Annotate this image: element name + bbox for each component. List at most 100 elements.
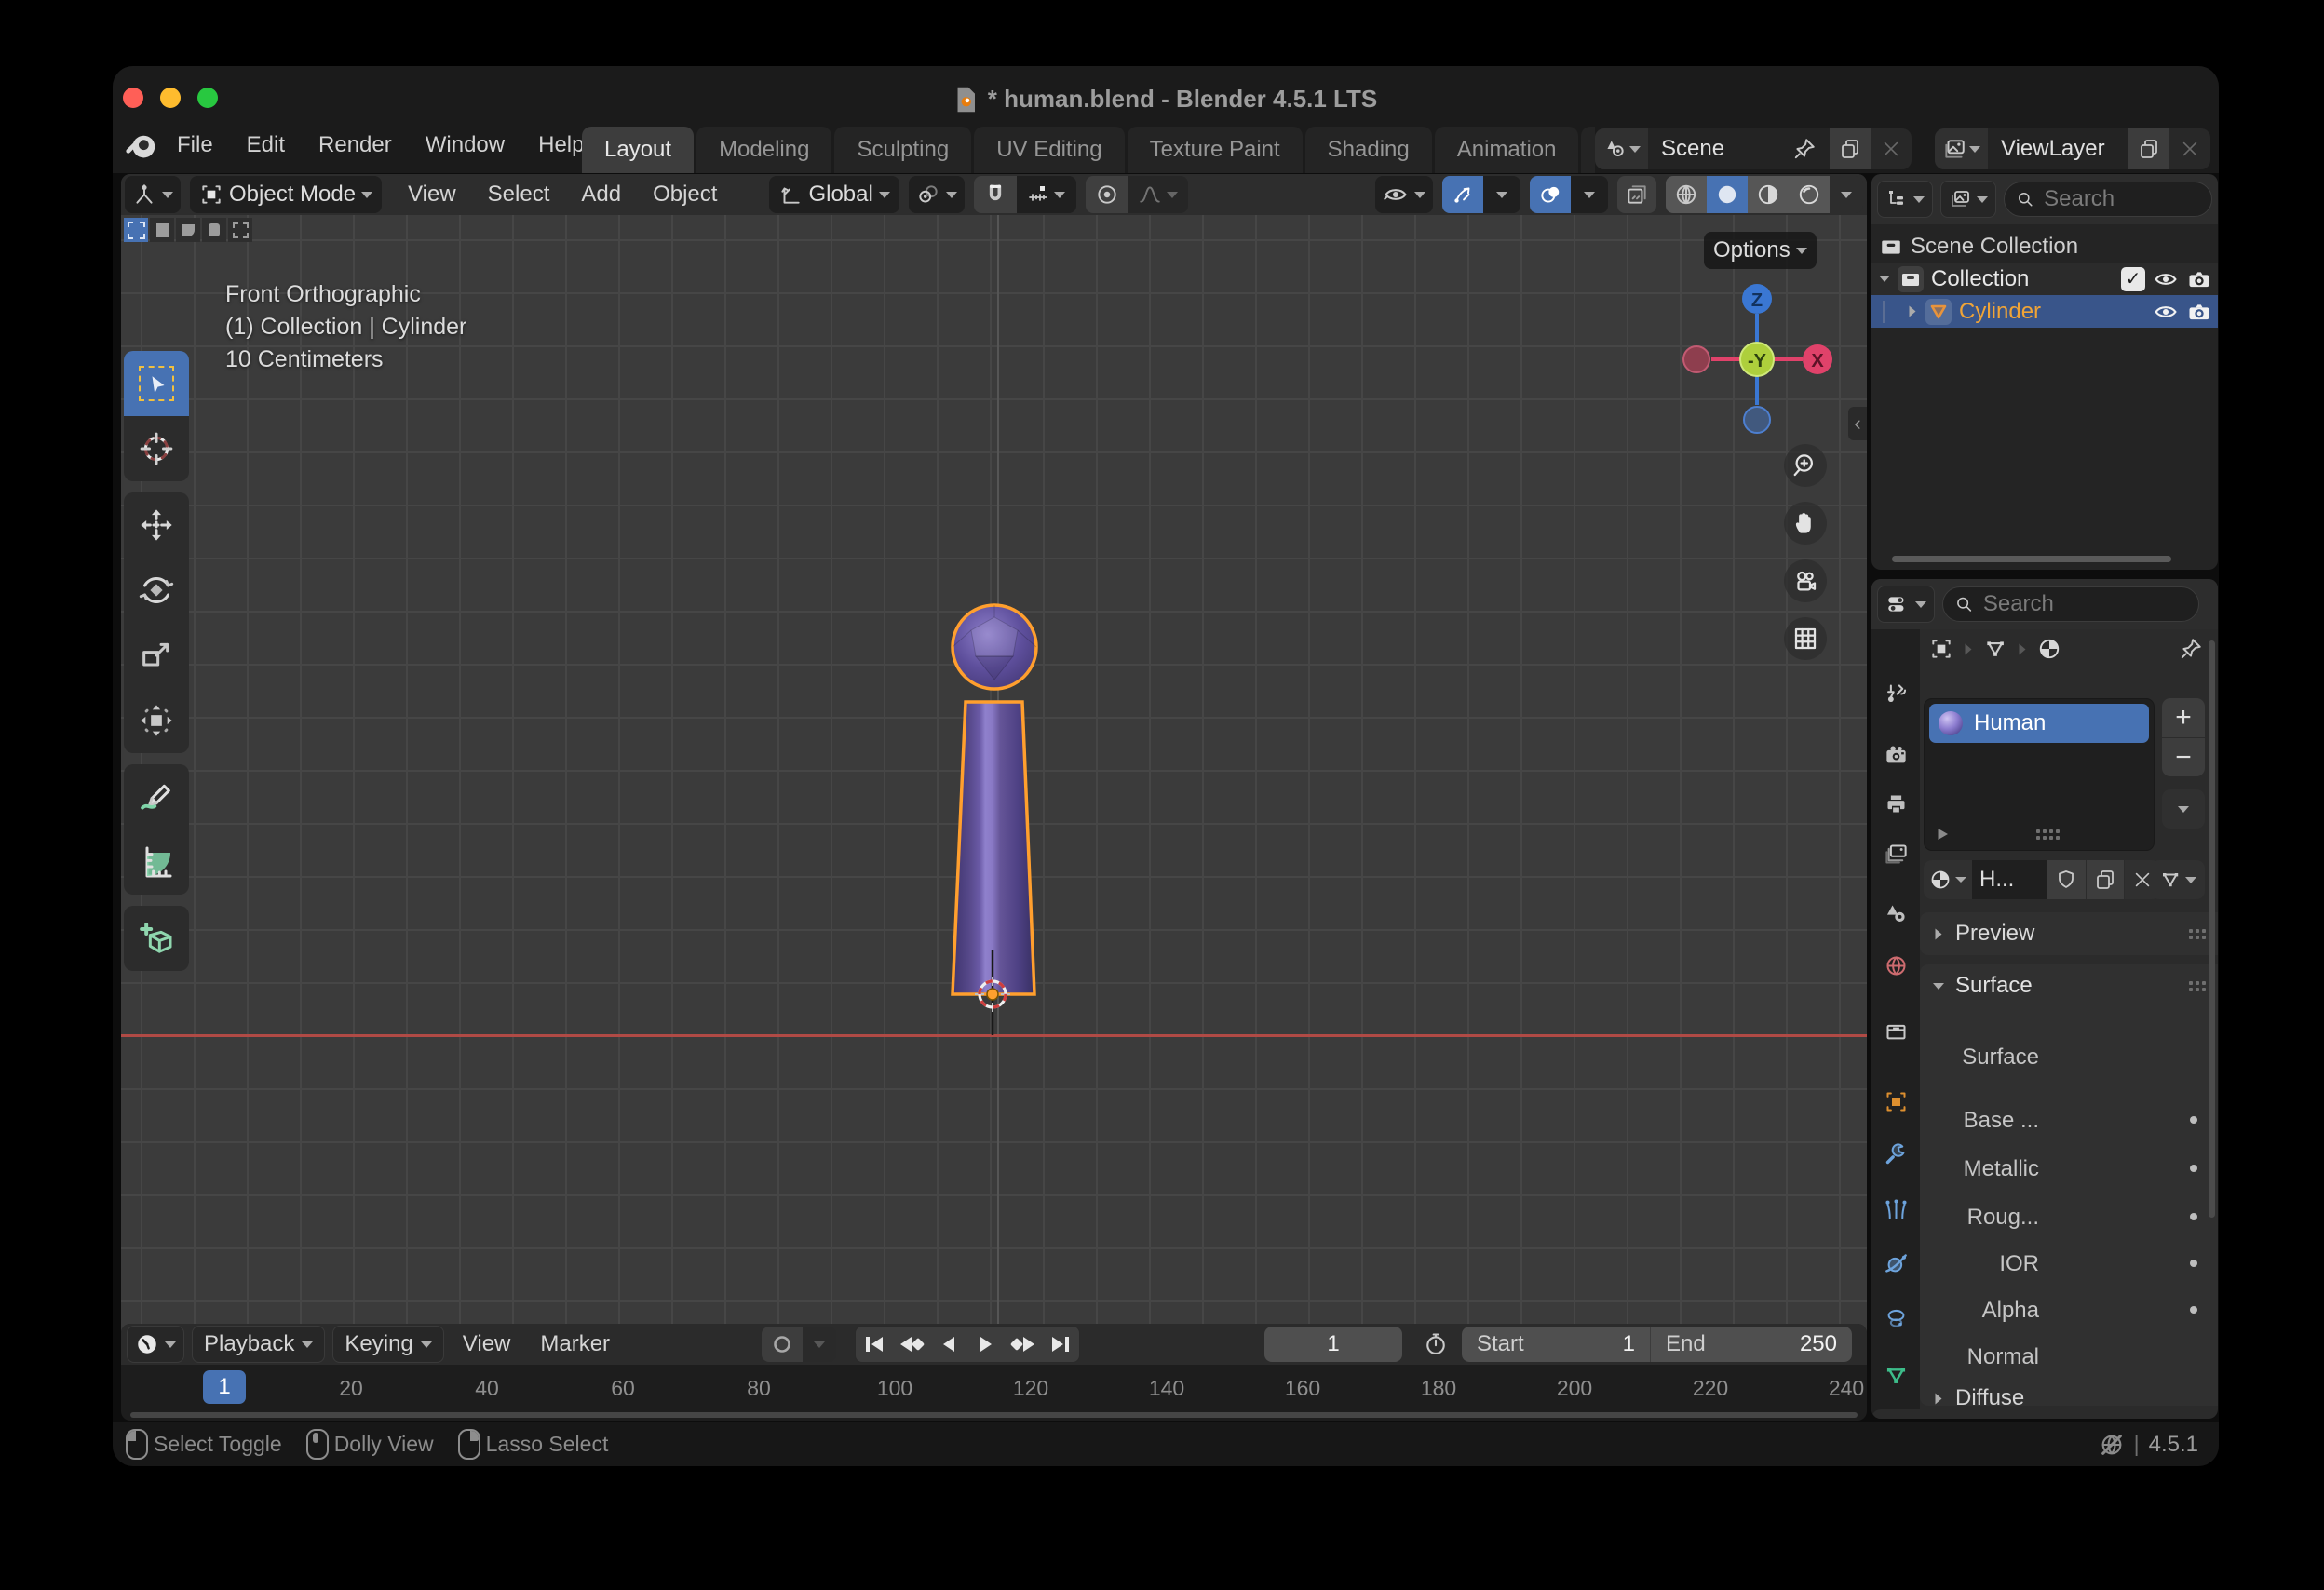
link-material-to-dropdown[interactable] [2151,860,2205,899]
tool-rotate[interactable] [124,558,189,623]
new-material-button[interactable] [2086,860,2124,899]
hide-eye-icon[interactable] [2153,299,2179,325]
maximize-window-button[interactable] [197,88,218,108]
menu-render[interactable]: Render [303,124,408,167]
expand-play-icon[interactable] [1934,826,1951,842]
end-frame-field[interactable]: End 250 [1650,1327,1852,1362]
select-mode-tweak[interactable] [124,218,148,242]
blender-logo-icon[interactable] [124,128,159,163]
properties-editor-type-button[interactable] [1877,586,1935,623]
tab-output-properties[interactable] [1871,782,1920,825]
remove-slot-button[interactable]: − [2162,738,2205,776]
start-frame-field[interactable]: Start 1 [1462,1327,1650,1362]
menu-window[interactable]: Window [410,124,520,167]
tab-constraint-properties[interactable] [1871,1298,1920,1341]
tab-world-properties[interactable] [1871,944,1920,987]
proportional-falloff-dropdown[interactable] [1128,176,1188,213]
play-reverse-button[interactable] [930,1327,967,1362]
playhead-frame-badge[interactable]: 1 [203,1370,246,1404]
outliner-search-input[interactable] [2042,185,2200,213]
gizmo-z-neg-axis[interactable] [1744,407,1770,433]
browse-material-button[interactable] [1924,860,1972,899]
pivot-point-dropdown[interactable] [909,176,965,213]
menu-select[interactable]: Select [488,182,550,208]
tool-measure[interactable] [124,829,189,895]
preview-panel-header[interactable]: Preview [1920,912,2218,955]
snap-toggle-button[interactable] [974,176,1017,213]
outliner-horizontal-scrollbar[interactable] [1892,556,2171,562]
resize-grip[interactable] [2036,829,2060,840]
tab-uv-editing[interactable]: UV Editing [974,127,1124,173]
diffuse-panel-header[interactable]: Diffuse [1933,1385,2024,1411]
tool-annotate[interactable] [124,764,189,829]
use-preview-range-icon[interactable] [1423,1331,1449,1357]
menu-view[interactable]: View [408,182,456,208]
properties-search[interactable] [1942,586,2199,622]
jump-to-end-button[interactable] [1042,1327,1079,1362]
timeline-menu-keying[interactable]: Keying [332,1326,443,1363]
outliner-row-collection[interactable]: Collection ✓ [1871,263,2218,295]
outliner-row-cylinder[interactable]: Cylinder [1871,295,2218,328]
navigation-gizmo[interactable]: Z X -Y [1667,275,1848,456]
hide-eye-icon[interactable] [2153,266,2179,292]
timeline-menu-marker[interactable]: Marker [529,1327,621,1362]
tab-rendering[interactable]: Rendering [1581,127,1595,173]
cylinder-expand-chevron[interactable] [1910,306,1916,317]
jump-to-start-button[interactable] [856,1327,893,1362]
animate-dot[interactable] [2190,1213,2197,1220]
shading-wireframe-button[interactable] [1666,176,1707,213]
mode-dropdown[interactable]: Object Mode [190,176,382,213]
select-mode-lasso[interactable] [202,218,226,242]
previous-keyframe-button[interactable] [893,1327,930,1362]
tab-viewlayer-properties[interactable] [1871,832,1920,875]
tool-cursor[interactable] [124,416,189,481]
viewlayer-browse-button[interactable] [1935,128,1988,169]
viewlayer-new-button[interactable] [2128,128,2169,169]
viewlayer-name-field[interactable]: ViewLayer [1988,128,2128,169]
timeline-ruler[interactable]: 1 20 40 60 80 100 120 140 160 180 200 22… [121,1365,1867,1411]
animate-dot[interactable] [2190,1165,2197,1172]
tab-modeling[interactable]: Modeling [696,127,831,173]
breadcrumb-object-icon[interactable] [1929,637,1953,661]
scene-unlink-button[interactable] [1871,128,1912,169]
editor-type-button[interactable] [125,176,181,213]
tab-particle-properties[interactable] [1871,1188,1920,1231]
next-keyframe-button[interactable] [1005,1327,1042,1362]
pin-id-icon[interactable] [2179,637,2203,661]
collection-expand-chevron[interactable] [1879,276,1890,282]
snap-with-dropdown[interactable] [1017,176,1076,213]
shading-solid-button[interactable] [1707,176,1748,213]
animate-dot[interactable] [2190,1260,2197,1267]
breadcrumb-mesh-icon[interactable] [1983,637,2007,661]
fake-user-button[interactable] [2047,860,2086,899]
select-mode-paint[interactable] [228,218,252,242]
shading-material-button[interactable] [1748,176,1789,213]
material-slot-human[interactable]: Human [1929,704,2149,743]
collection-exclude-checkbox[interactable]: ✓ [2121,267,2145,291]
tool-scale[interactable] [124,623,189,688]
properties-scrollbar[interactable] [2209,640,2215,1218]
auto-keyframe-toggle[interactable] [762,1327,803,1362]
human-mesh-object[interactable] [885,582,1099,1038]
tab-shading[interactable]: Shading [1305,127,1432,173]
viewport-options-dropdown[interactable]: Options [1704,232,1817,269]
shading-dropdown[interactable] [1830,176,1863,213]
show-overlays-toggle[interactable] [1530,176,1571,213]
shading-rendered-button[interactable] [1789,176,1830,213]
properties-search-input[interactable] [1981,590,2187,618]
animate-dot[interactable] [2190,1116,2197,1124]
viewlayer-remove-button[interactable] [2169,128,2210,169]
select-mode-box[interactable] [150,218,174,242]
tab-data-properties[interactable] [1871,1354,1920,1396]
gizmo-x-neg-axis[interactable] [1683,346,1709,372]
xray-toggle[interactable] [1617,176,1656,213]
tab-physics-properties[interactable] [1871,1242,1920,1285]
animate-dot[interactable] [2190,1306,2197,1314]
toggle-grid-button[interactable] [1784,617,1827,660]
scene-browse-button[interactable] [1595,128,1648,169]
surface-panel-header[interactable]: Surface [1920,964,2218,1007]
pan-view-button[interactable] [1784,502,1827,545]
outliner-filter-dropdown[interactable] [1940,181,1996,218]
tab-scene-properties[interactable] [1871,892,1920,935]
tab-texture-paint[interactable]: Texture Paint [1128,127,1303,173]
